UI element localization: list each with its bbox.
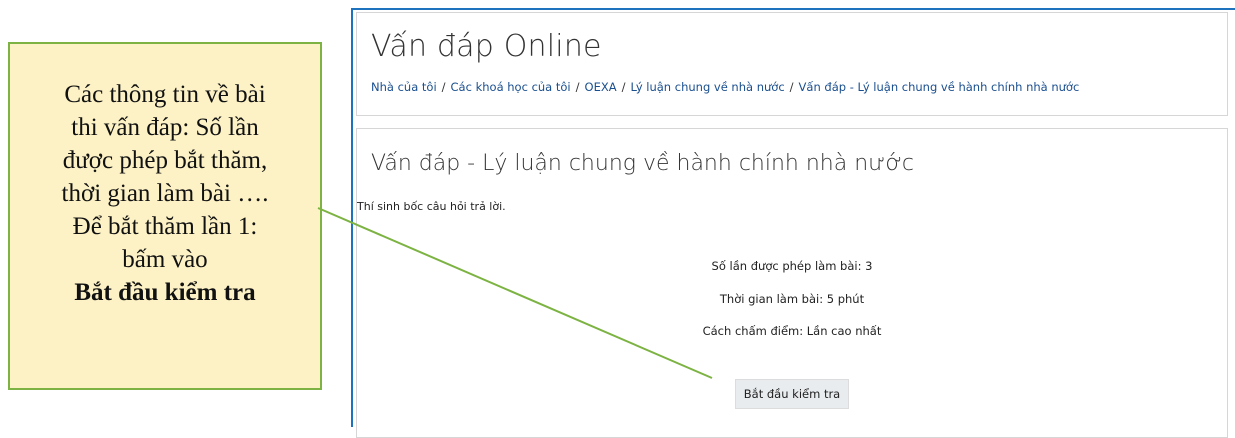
quiz-title: Vấn đáp - Lý luận chung về hành chính nh… [371,151,915,176]
breadcrumb-separator: / [789,80,794,94]
time-limit: Thời gian làm bài: 5 phút [719,292,865,306]
breadcrumb-section[interactable]: Lý luận chung về nhà nước [630,80,784,94]
start-attempt-button[interactable]: Bắt đầu kiểm tra [735,379,849,409]
breadcrumb-course[interactable]: OEXA [585,80,617,94]
callout-emphasis: Bắt đầu kiểm tra [74,279,256,306]
attempts-allowed: Số lần được phép làm bài: 3 [711,259,873,273]
callout-line: được phép bắt thăm, [62,147,268,174]
breadcrumb-separator: / [575,80,580,94]
breadcrumb-separator: / [621,80,626,94]
callout-line: bấm vào [122,246,208,273]
callout-line: Để bắt thăm lần 1: [72,213,258,240]
breadcrumb-separator: / [441,80,446,94]
callout-line: thời gian làm bài …. [61,180,269,207]
quiz-panel: Vấn đáp - Lý luận chung về hành chính nh… [356,128,1228,438]
site-title: Vấn đáp Online [371,29,602,64]
breadcrumb-quiz[interactable]: Vấn đáp - Lý luận chung về hành chính nh… [799,80,1080,94]
callout-line: thi vấn đáp: Số lần [71,114,259,141]
instruction-callout: Các thông tin về bài thi vấn đáp: Số lần… [8,42,322,390]
page-header: Vấn đáp Online Nhà của tôi / Các khoá học … [356,12,1228,116]
breadcrumb: Nhà của tôi / Các khoá học của tôi / OEXA / Lý… [371,80,1079,94]
breadcrumb-my-courses[interactable]: Các khoá học của tôi [451,80,571,94]
callout-line: Các thông tin về bài [64,81,266,108]
grading-method: Cách chấm điểm: Lần cao nhất [702,324,882,338]
breadcrumb-home[interactable]: Nhà của tôi [371,80,437,94]
quiz-intro: Thí sinh bốc câu hỏi trả lời. [357,200,506,213]
